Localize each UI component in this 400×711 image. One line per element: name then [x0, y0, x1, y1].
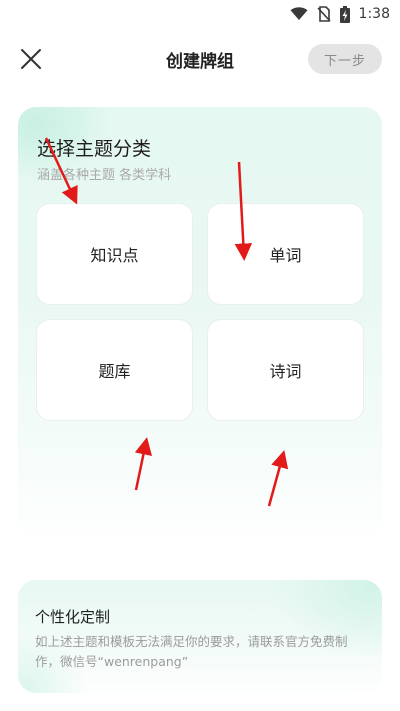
- custom-section-description: 如上述主题和模板无法满足你的要求，请联系官方免费制作，微信号“wenrenpan…: [35, 634, 348, 669]
- category-card-knowledge[interactable]: 知识点: [36, 203, 193, 305]
- category-card-label: 单词: [269, 246, 302, 265]
- category-section-title: 选择主题分类: [37, 138, 152, 160]
- close-button[interactable]: [18, 46, 44, 72]
- category-panel: 选择主题分类 涵盖各种主题 各类学科 知识点 单词 题库 诗词: [18, 107, 382, 542]
- category-card-label: 诗词: [269, 362, 302, 381]
- status-bar: 1:38: [0, 0, 400, 28]
- category-card-label: 知识点: [90, 246, 139, 265]
- wifi-icon: [290, 7, 308, 21]
- status-time: 1:38: [358, 6, 390, 22]
- next-step-button[interactable]: 下一步: [308, 44, 382, 74]
- close-icon[interactable]: [18, 46, 44, 72]
- category-section-subtitle: 涵盖各种主题 各类学科: [37, 168, 172, 183]
- category-card-poetry[interactable]: 诗词: [207, 319, 364, 421]
- category-card-words[interactable]: 单词: [207, 203, 364, 305]
- no-sim-icon: [316, 6, 331, 22]
- custom-panel: 个性化定制 如上述主题和模板无法满足你的要求，请联系官方免费制作，微信号“wen…: [18, 580, 382, 693]
- custom-section-title: 个性化定制: [35, 608, 111, 626]
- category-card-question-bank[interactable]: 题库: [36, 319, 193, 421]
- category-card-label: 题库: [98, 362, 131, 381]
- battery-charging-icon: [339, 5, 350, 23]
- nav-bar: 创建牌组 下一步: [0, 38, 400, 78]
